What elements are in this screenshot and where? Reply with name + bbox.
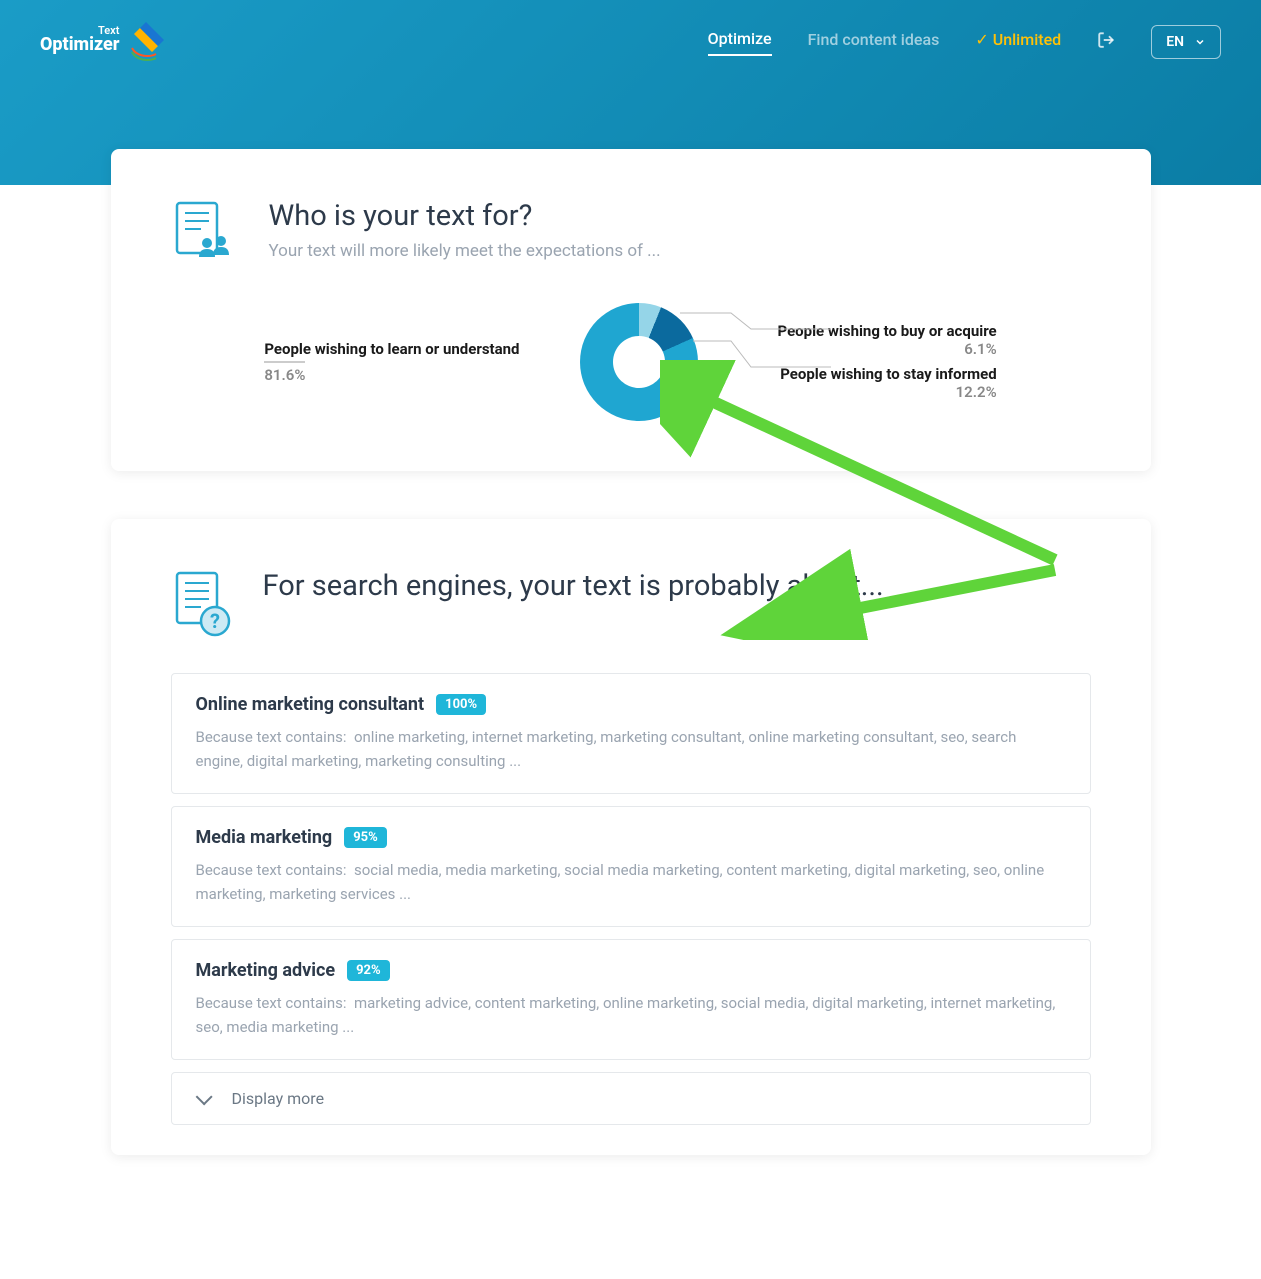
chart-label-informed: People wishing to stay informed [778,365,997,383]
topics-card: ? For search engines, your text is proba… [111,519,1151,1155]
audience-subtitle: Your text will more likely meet the expe… [269,241,661,261]
display-more-label: Display more [232,1089,325,1108]
nav-find-ideas[interactable]: Find content ideas [808,30,940,55]
svg-text:Optimizer: Optimizer [40,34,120,55]
topic-item: Online marketing consultant 100% Because… [171,673,1091,794]
card-header: ? For search engines, your text is proba… [171,569,1091,643]
logout-icon[interactable] [1097,31,1115,53]
language-select[interactable]: EN [1151,25,1221,59]
document-question-icon: ? [171,569,235,643]
chevron-down-icon [195,1088,212,1105]
chart-label-learn: People wishing to learn or understand [264,340,519,358]
nav-right: Optimize Find content ideas Unlimited EN [708,25,1221,59]
nav-unlimited[interactable]: Unlimited [975,30,1061,55]
audience-icon [171,199,241,273]
topic-item: Marketing advice 92% Because text contai… [171,939,1091,1060]
topic-title: Online marketing consultant [196,694,425,715]
donut-graphic [580,303,698,421]
nav-optimize[interactable]: Optimize [708,29,772,56]
audience-card: Who is your text for? Your text will mor… [111,149,1151,471]
card-header: Who is your text for? Your text will mor… [171,199,1091,273]
topic-pct-badge: 95% [344,827,387,848]
topic-pct-badge: 92% [347,960,390,981]
topic-title: Media marketing [196,827,333,848]
chart-label-buy: People wishing to buy or acquire [778,322,997,340]
topic-description: Because text contains: online marketing,… [196,725,1066,773]
topic-description: Because text contains: social media, med… [196,858,1066,906]
donut-chart: People wishing to learn or understand 81… [171,303,1091,421]
chart-pct-buy: 6.1% [778,340,997,358]
nav-bar: Text Optimizer Optimize Find content ide… [40,20,1221,64]
topic-item: Media marketing 95% Because text contain… [171,806,1091,927]
display-more-button[interactable]: Display more [171,1072,1091,1125]
logo-icon: Text Optimizer [40,20,170,64]
topic-title: Marketing advice [196,960,336,981]
topic-list: Online marketing consultant 100% Because… [171,673,1091,1125]
chart-label-left: People wishing to learn or understand 81… [264,340,519,384]
chevron-down-icon [1194,36,1206,48]
topic-pct-badge: 100% [436,694,486,715]
brand-logo[interactable]: Text Optimizer [40,20,170,64]
audience-title: Who is your text for? [269,199,661,233]
svg-text:?: ? [210,609,220,633]
language-value: EN [1166,34,1184,50]
chart-labels-right: People wishing to buy or acquire 6.1% Pe… [778,322,997,402]
topic-description: Because text contains: marketing advice,… [196,991,1066,1039]
topics-title: For search engines, your text is probabl… [263,569,884,603]
chart-pct-learn: 81.6% [264,361,305,384]
chart-pct-informed: 12.2% [778,383,997,401]
